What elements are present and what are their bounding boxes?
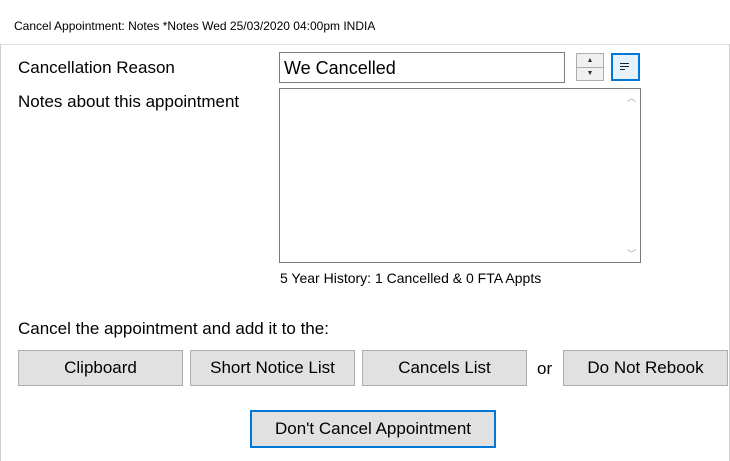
dont-cancel-appointment-button[interactable]: Don't Cancel Appointment <box>250 410 496 448</box>
title-bar: Cancel Appointment: Notes *Notes Wed 25/… <box>0 0 730 45</box>
clipboard-button[interactable]: Clipboard <box>18 350 183 386</box>
or-label: or <box>537 359 553 378</box>
notes-textarea[interactable]: ︿ ﹀ <box>279 88 641 263</box>
spin-up-button[interactable]: ▲ <box>577 54 603 68</box>
do-not-rebook-button[interactable]: Do Not Rebook <box>563 350 728 386</box>
spin-down-button[interactable]: ▼ <box>577 67 603 80</box>
short-notice-list-button[interactable]: Short Notice List <box>190 350 355 386</box>
notes-scrollbar[interactable]: ︿ ﹀ <box>623 89 640 262</box>
window-left-border <box>0 44 1 461</box>
window-title: Cancel Appointment: Notes *Notes Wed 25/… <box>14 19 376 33</box>
cancellation-reason-field[interactable]: We Cancelled <box>279 52 565 83</box>
scroll-up-icon[interactable]: ︿ <box>623 89 640 106</box>
notes-label: Notes about this appointment <box>18 92 240 111</box>
scroll-down-icon[interactable]: ﹀ <box>623 245 640 262</box>
reason-list-button[interactable] <box>611 53 640 81</box>
cancel-prompt: Cancel the appointment and add it to the… <box>18 319 329 338</box>
list-lines-icon <box>620 63 631 72</box>
triangle-up-icon: ▲ <box>586 57 594 64</box>
history-summary: 5 Year History: 1 Cancelled & 0 FTA Appt… <box>280 270 542 286</box>
cancels-list-button[interactable]: Cancels List <box>362 350 527 386</box>
triangle-down-icon: ▼ <box>586 70 594 77</box>
cancellation-reason-label: Cancellation Reason <box>18 58 175 77</box>
reason-spinner[interactable]: ▲ ▼ <box>576 53 604 81</box>
